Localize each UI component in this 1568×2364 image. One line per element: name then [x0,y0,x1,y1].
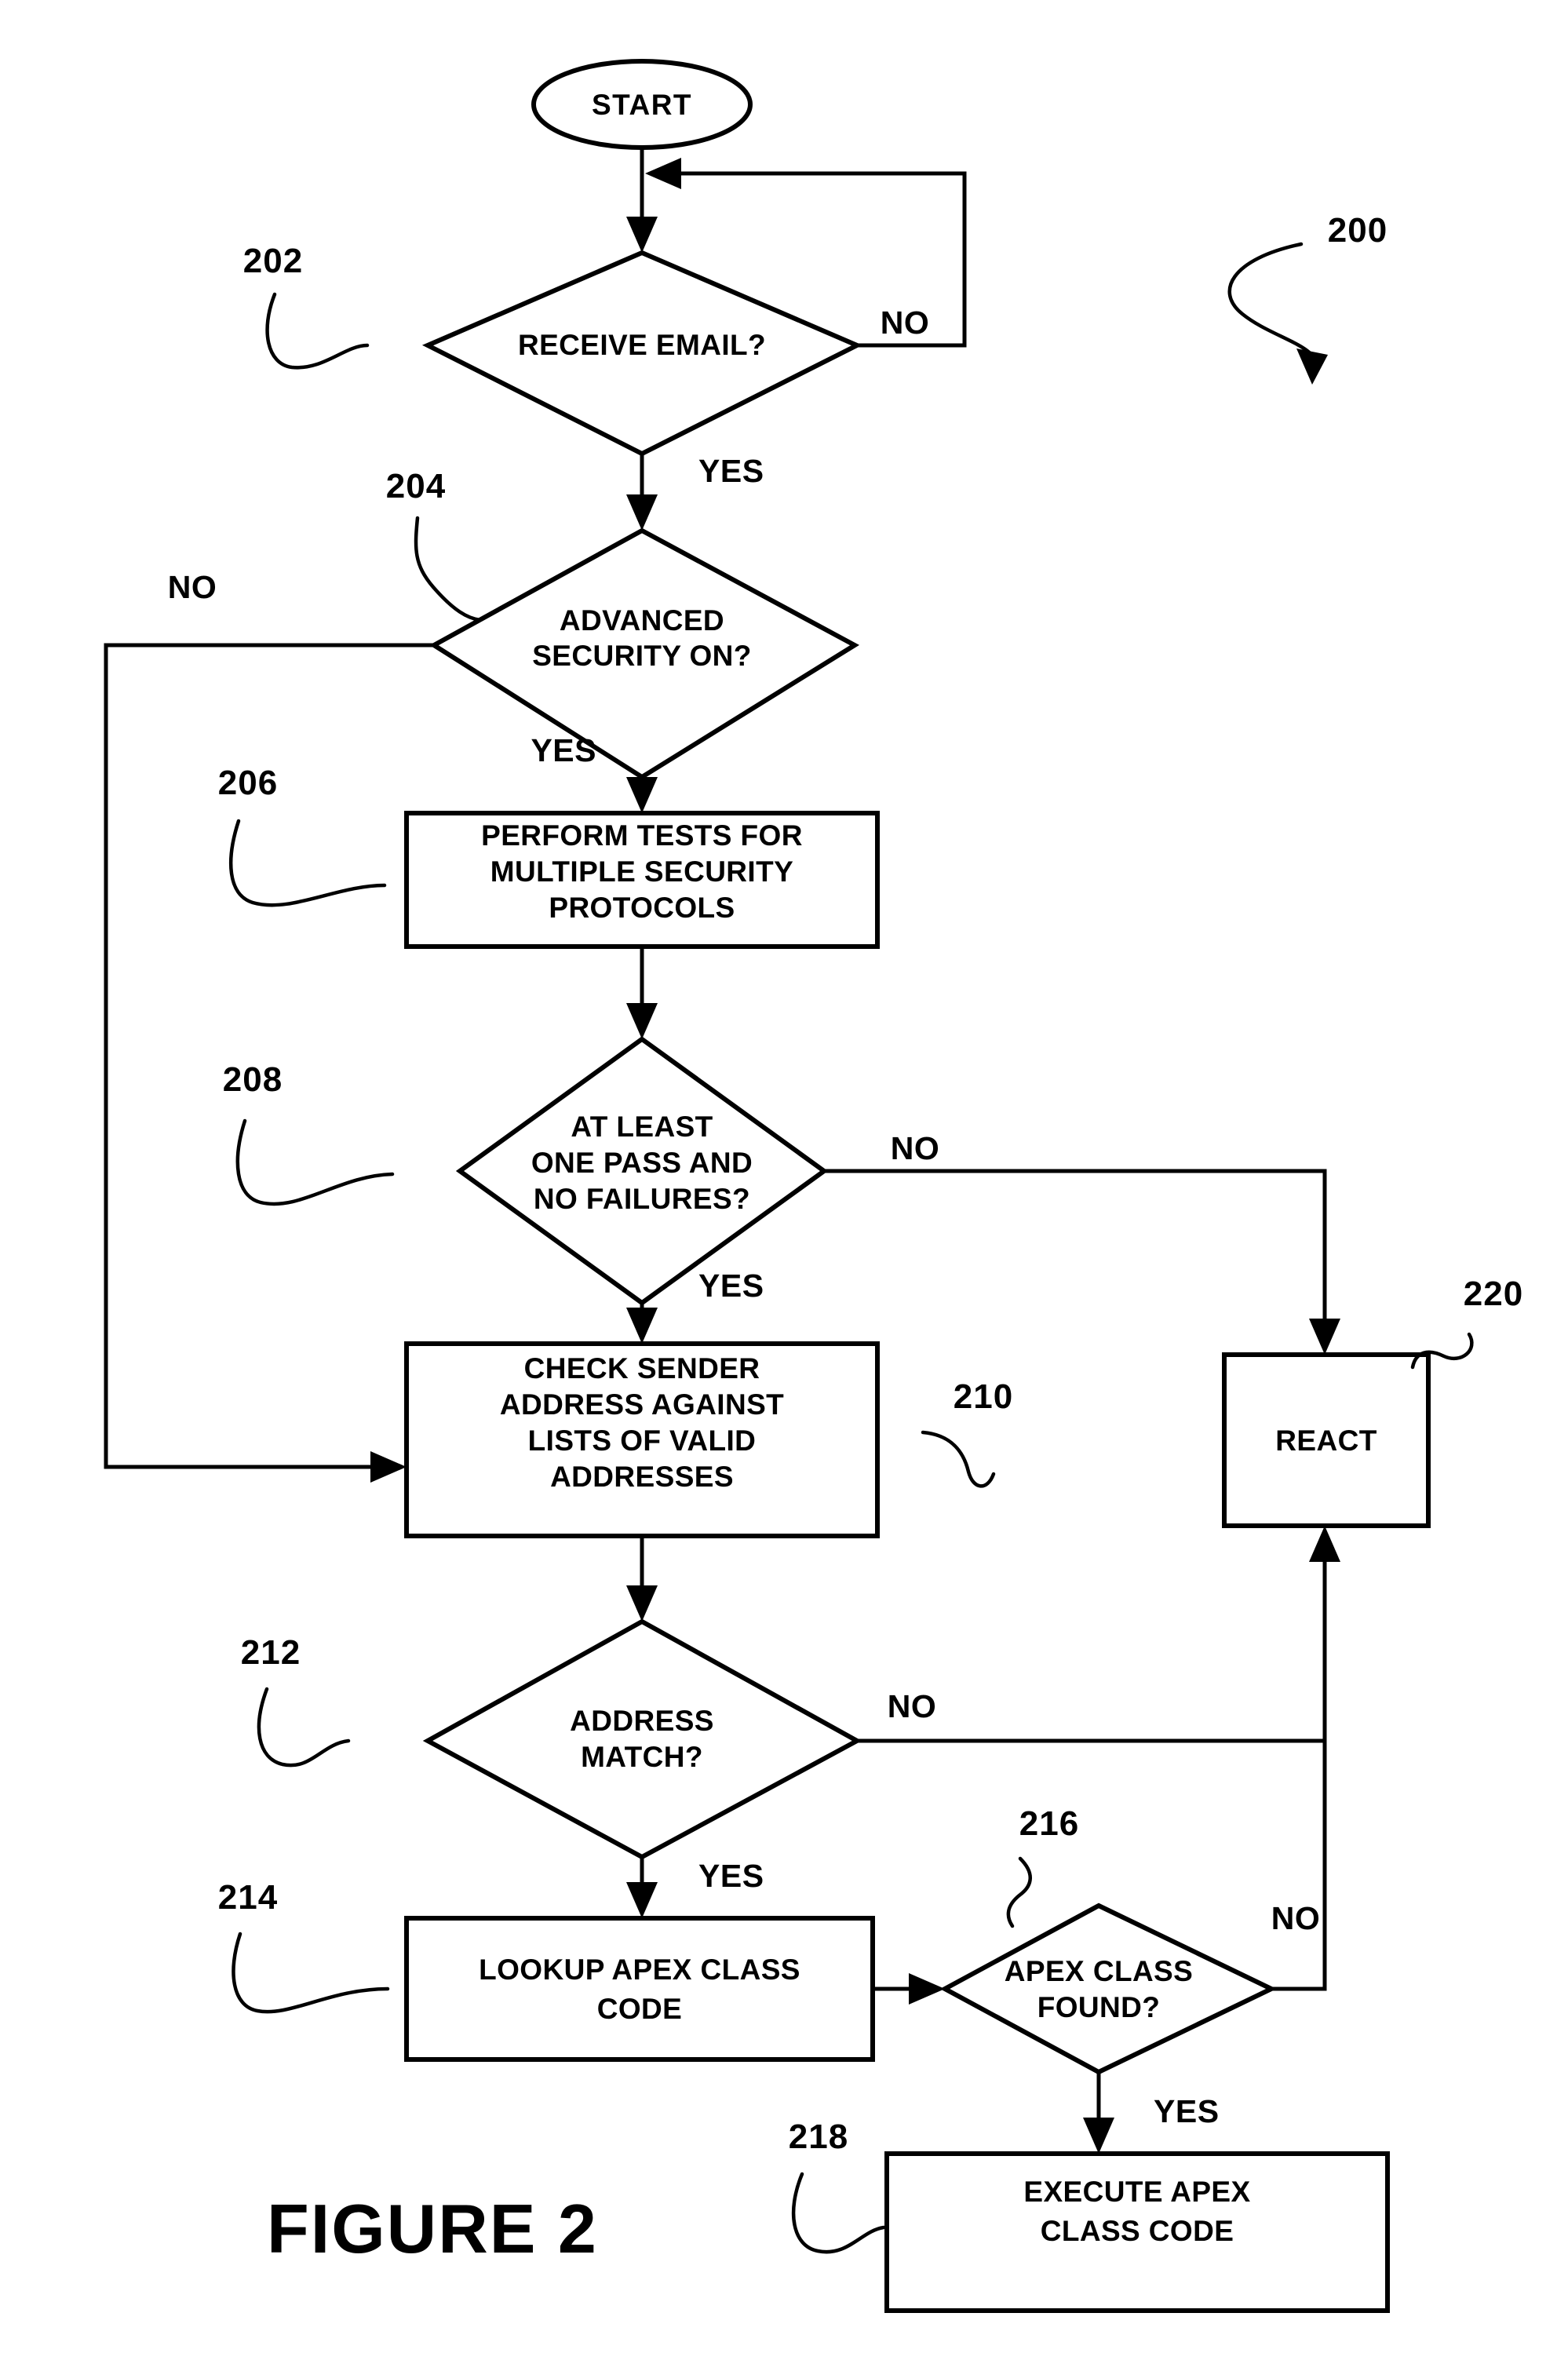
leader-216 [1006,1856,1032,1928]
node-220-label-line1: REACT [1275,1425,1377,1457]
arrowhead-204-yes-to-206 [626,777,658,813]
node-214-label-line1: LOOKUP APEX CLASS [479,1954,800,1986]
node-216-label-line2: FOUND? [1037,1991,1161,2023]
branch-label-202-no: NO [881,305,930,341]
branch-label-208-no: NO [891,1130,940,1166]
ref-202: 202 [243,242,303,280]
arrowhead-react-riser [1309,1526,1340,1562]
patent-figure-2: START RECEIVE EMAIL? 202 NO YES ADVANCED… [0,0,1568,2364]
leader-210 [921,1430,996,1488]
node-208-label-line1: AT LEAST [571,1111,713,1143]
ref-214: 214 [218,1878,278,1917]
leader-204 [414,516,483,622]
leader-202 [265,292,370,370]
leader-206 [228,819,387,907]
ref-206: 206 [218,764,278,802]
branch-label-212-no: NO [888,1688,937,1724]
ref-220: 220 [1464,1275,1523,1313]
arrowhead-212-yes-to-214 [626,1882,658,1918]
ref-200: 200 [1328,211,1387,250]
leader-218 [791,2172,886,2254]
branch-label-202-yes: YES [698,453,764,489]
arrowhead-208-yes-to-210 [626,1308,658,1344]
leader-208 [235,1118,395,1206]
node-210-label-line1: CHECK SENDER [524,1352,760,1384]
arrowhead-216-yes-to-218 [1083,2118,1114,2154]
arrowhead-210-to-212 [626,1585,658,1622]
node-206-label-line1: PERFORM TESTS FOR [481,819,803,852]
node-214-label-line2: CODE [597,1993,683,2025]
node-208-label-line2: ONE PASS AND [531,1147,753,1179]
edge-208-no-to-react [824,1169,1327,1334]
arrowhead-204-no-to-210 [370,1451,407,1483]
node-210-label-line2: ADDRESS AGAINST [500,1388,784,1421]
node-218-label-line2: CLASS CODE [1041,2215,1234,2247]
node-212-label-line1: ADDRESS [570,1705,714,1737]
node-212-address-match[interactable] [422,1618,862,1860]
node-210-label-line4: ADDRESSES [550,1461,734,1493]
node-204-label-line1: ADVANCED [560,604,724,637]
arrowhead-202-yes-to-204 [626,494,658,531]
ref-216: 216 [1019,1804,1079,1843]
node-208-label-line3: NO FAILURES? [534,1183,750,1215]
node-212-label-line2: MATCH? [581,1741,703,1773]
arrowhead-202-no-loopback [645,158,681,189]
figure-caption: FIGURE 2 [267,2190,598,2267]
ref-210: 210 [954,1377,1013,1416]
arrowhead-leader-200 [1296,348,1328,385]
ref-204: 204 [386,467,446,505]
leader-214 [232,1932,390,2014]
ref-218: 218 [789,2118,848,2156]
branch-label-204-no: NO [168,569,217,605]
node-216-apex-class-found[interactable] [939,1903,1277,2075]
arrowhead-214-to-216 [909,1973,945,2005]
branch-label-216-no: NO [1271,1900,1321,1936]
node-218-label-line1: EXECUTE APEX [1023,2176,1250,2208]
ref-212: 212 [241,1633,301,1672]
node-214-lookup-apex-class-code[interactable] [404,1916,875,2062]
ref-208: 208 [223,1060,283,1099]
arrowhead-208-no-to-react [1309,1319,1340,1355]
branch-label-204-yes: YES [531,732,596,768]
branch-label-216-yes: YES [1154,2093,1220,2129]
node-210-label-line3: LISTS OF VALID [528,1425,757,1457]
node-216-label-line1: APEX CLASS [1005,1955,1193,1987]
leader-200 [1227,242,1319,370]
arrowhead-206-to-208 [626,1003,658,1039]
leader-212 [257,1687,351,1768]
flowchart-canvas: START RECEIVE EMAIL? 202 NO YES ADVANCED… [104,59,1523,2313]
node-204-label-line2: SECURITY ON? [532,640,752,672]
node-206-label-line2: MULTIPLE SECURITY [490,855,793,888]
node-start-label: START [592,89,692,121]
node-202-label-line1: RECEIVE EMAIL? [518,329,766,361]
branch-label-212-yes: YES [698,1858,764,1894]
arrowhead-start-to-202 [626,217,658,253]
branch-label-208-yes: YES [698,1268,764,1304]
node-206-label-line3: PROTOCOLS [549,892,735,924]
